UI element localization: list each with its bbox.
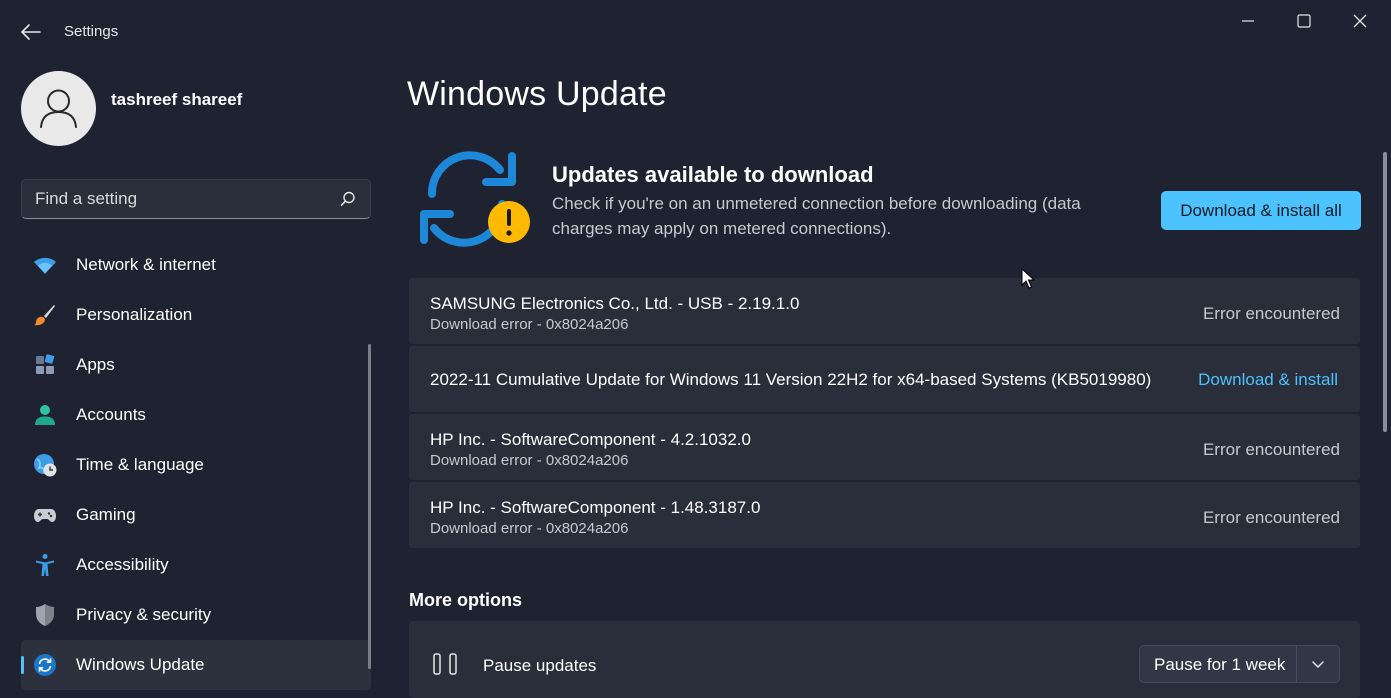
sidebar-item-label: Apps: [76, 355, 115, 374]
sidebar-item-label: Accessibility: [76, 555, 169, 574]
sidebar-item-label: Windows Update: [76, 655, 205, 674]
minimize-icon[interactable]: [1225, 10, 1271, 32]
update-row: 2022-11 Cumulative Update for Windows 11…: [409, 346, 1360, 412]
selection-indicator: [21, 656, 24, 674]
update-warning-icon: [420, 151, 530, 247]
search-box[interactable]: [21, 179, 371, 219]
pause-duration-dropdown[interactable]: Pause for 1 week: [1139, 645, 1340, 683]
update-error: Download error - 0x8024a206: [430, 452, 629, 469]
update-status: Error encountered: [1202, 304, 1340, 323]
pause-updates-label: Pause updates: [483, 656, 597, 675]
status-title: Updates available to download: [552, 162, 874, 187]
update-list: SAMSUNG Electronics Co., Ltd. - USB - 2.…: [409, 278, 1360, 550]
sidebar-item-windows-update[interactable]: Windows Update: [21, 640, 371, 690]
user-silhouette-icon: [40, 89, 77, 128]
sidebar-scrollbar[interactable]: [368, 344, 371, 669]
more-options-heading: More options: [409, 590, 522, 610]
update-status: Error encountered: [1202, 440, 1340, 459]
update-row: HP Inc. - SoftwareComponent - 1.48.3187.…: [409, 482, 1360, 548]
update-status: Error encountered: [1202, 508, 1340, 527]
sidebar-item-accessibility[interactable]: Accessibility: [21, 540, 371, 590]
user-name: tashreef shareef: [111, 90, 243, 109]
wifi-icon: [34, 257, 56, 274]
pause-duration-value: Pause for 1 week: [1154, 655, 1286, 674]
sidebar-nav: Network & internet Personalization Apps …: [21, 240, 371, 690]
download-install-all-button[interactable]: Download & install all: [1161, 191, 1361, 230]
brush-icon: [34, 305, 55, 326]
sidebar-item-label: Gaming: [76, 505, 136, 524]
avatar[interactable]: [21, 71, 96, 146]
sidebar-item-label: Personalization: [76, 305, 193, 324]
update-name: 2022-11 Cumulative Update for Windows 11…: [430, 370, 1152, 389]
status-description: Check if you're on an unmetered connecti…: [552, 194, 1081, 238]
sidebar-item-label: Time & language: [76, 455, 204, 474]
maximize-icon[interactable]: [1281, 10, 1327, 32]
update-name: HP Inc. - SoftwareComponent - 4.2.1032.0: [430, 430, 751, 449]
sidebar-item-personalization[interactable]: Personalization: [21, 290, 371, 340]
sidebar-item-label: Accounts: [76, 405, 146, 424]
mouse-cursor-icon: [1021, 268, 1035, 289]
globe-clock-icon: [34, 454, 57, 477]
sidebar-item-network[interactable]: Network & internet: [21, 240, 371, 290]
sidebar-item-label: Privacy & security: [76, 605, 212, 624]
person-icon: [35, 405, 55, 425]
shield-icon: [36, 604, 54, 626]
sync-icon: [34, 654, 56, 676]
title-bar: Settings: [0, 0, 1391, 62]
app-title: Settings: [64, 23, 119, 40]
sidebar-item-time-language[interactable]: Time & language: [21, 440, 371, 490]
sidebar-item-privacy-security[interactable]: Privacy & security: [21, 590, 371, 640]
apps-icon: [36, 354, 55, 374]
sidebar-item-accounts[interactable]: Accounts: [21, 390, 371, 440]
gamepad-icon: [34, 509, 56, 522]
chevron-down-icon[interactable]: [1310, 657, 1326, 671]
search-icon[interactable]: [340, 191, 356, 207]
update-row: HP Inc. - SoftwareComponent - 4.2.1032.0…: [409, 414, 1360, 480]
update-row: SAMSUNG Electronics Co., Ltd. - USB - 2.…: [409, 278, 1360, 344]
sidebar-item-label: Network & internet: [76, 255, 216, 274]
back-arrow-icon[interactable]: [20, 22, 42, 42]
pause-updates-card: Pause updates Pause for 1 week: [409, 621, 1360, 698]
update-error: Download error - 0x8024a206: [430, 316, 629, 333]
dropdown-divider: [1296, 646, 1297, 682]
download-install-link[interactable]: Download & install: [1198, 370, 1338, 390]
pause-icon: [433, 653, 457, 675]
close-icon[interactable]: [1337, 10, 1383, 32]
update-error: Download error - 0x8024a206: [430, 520, 629, 537]
sidebar-item-apps[interactable]: Apps: [21, 340, 371, 390]
accessibility-icon: [36, 554, 54, 576]
main-scrollbar[interactable]: [1383, 152, 1387, 432]
page-title: Windows Update: [407, 75, 667, 113]
sidebar-item-gaming[interactable]: Gaming: [21, 490, 371, 540]
search-input[interactable]: [22, 180, 332, 218]
update-name: SAMSUNG Electronics Co., Ltd. - USB - 2.…: [430, 294, 800, 313]
update-name: HP Inc. - SoftwareComponent - 1.48.3187.…: [430, 498, 761, 517]
